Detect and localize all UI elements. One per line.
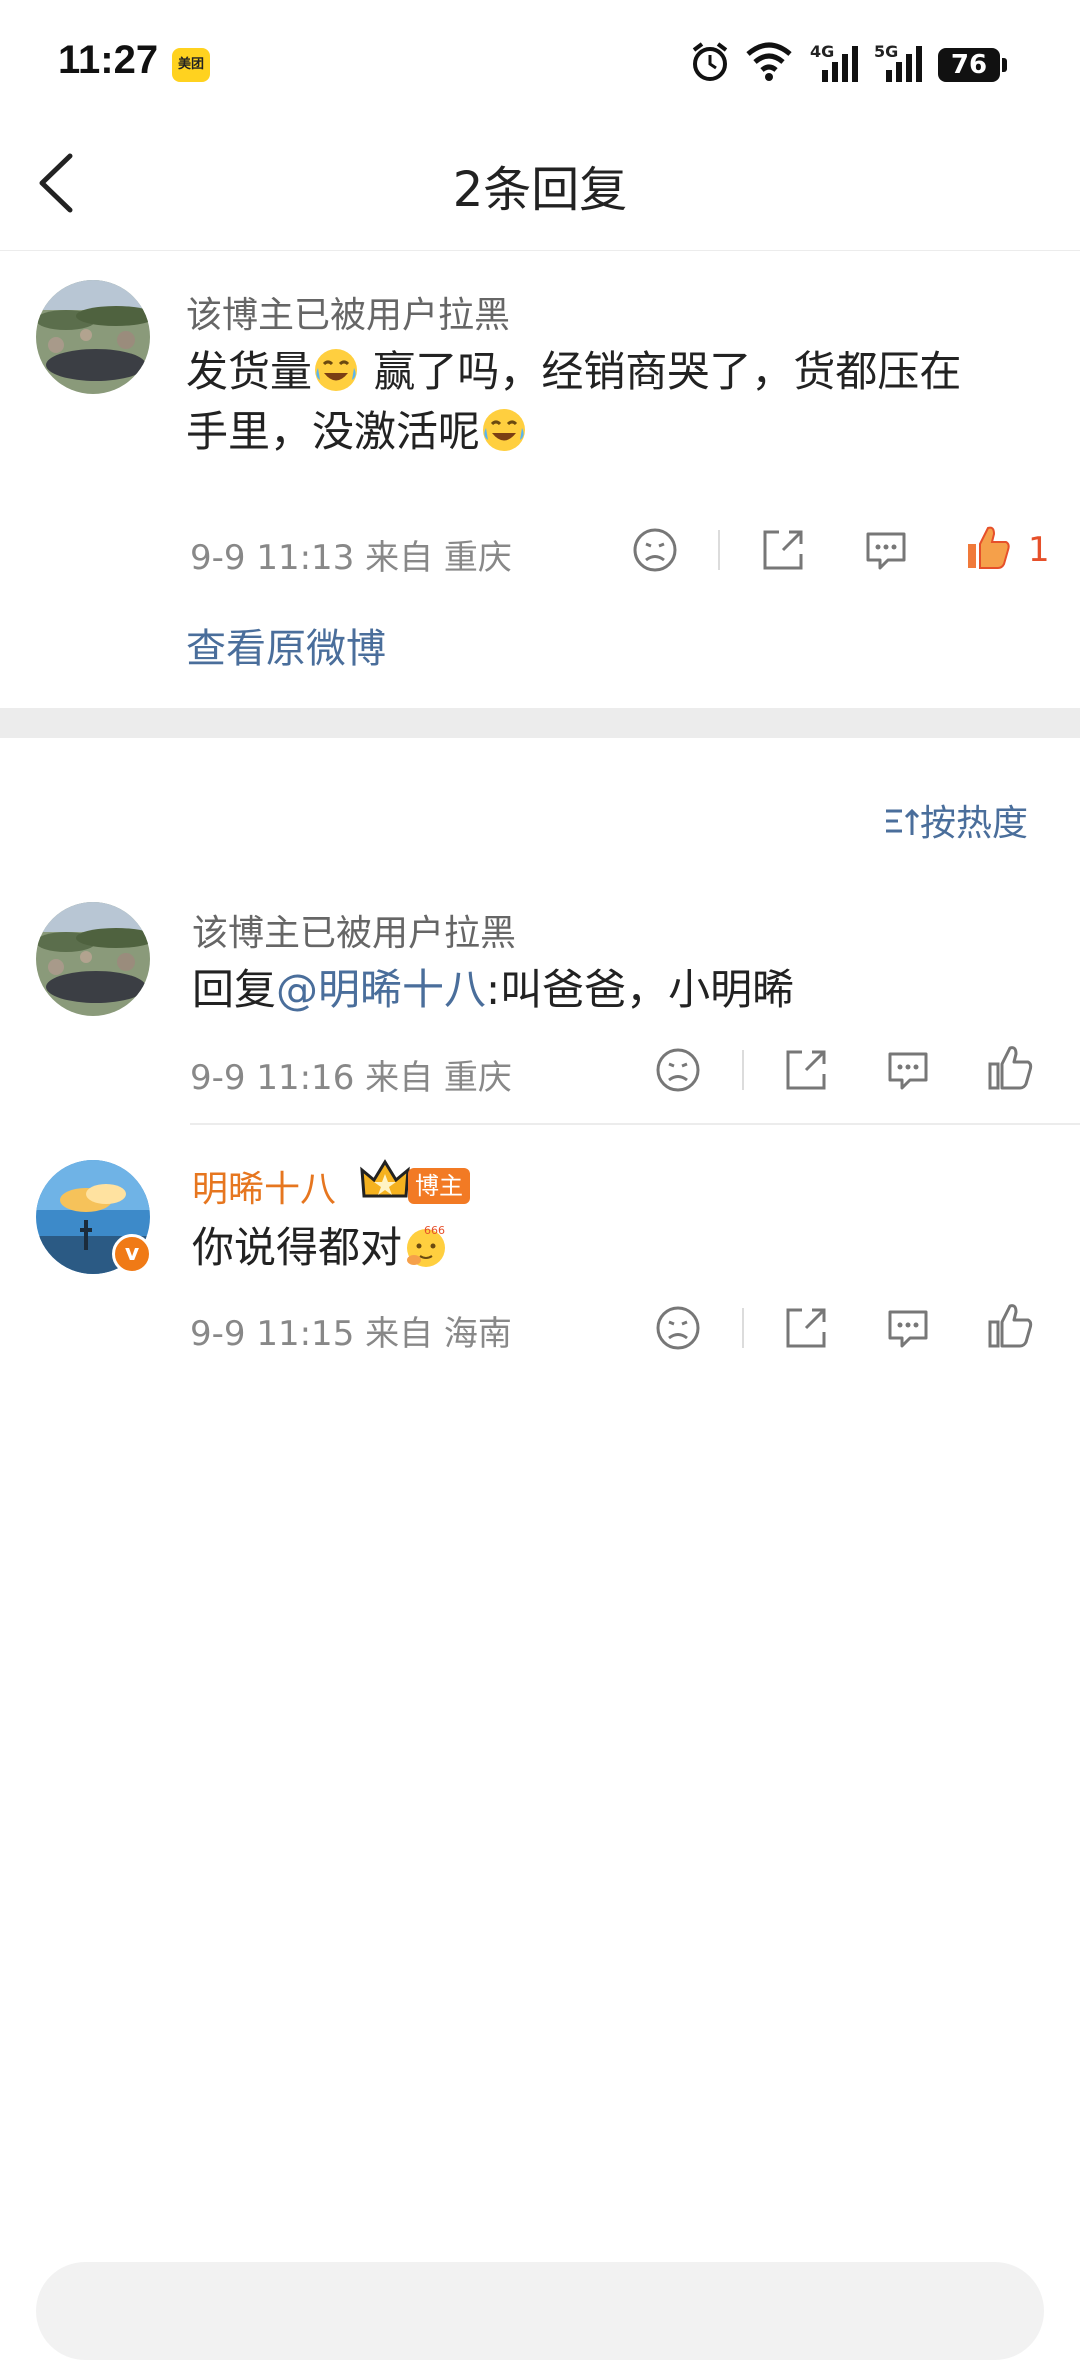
username[interactable]: 明晞十八 <box>192 1160 336 1212</box>
wifi-icon <box>746 42 792 81</box>
crown-icon <box>360 1159 410 1198</box>
thinking-666-emoji-icon: 666 <box>407 1224 446 1267</box>
username[interactable]: 该博主已被用户拉黑 <box>192 904 516 956</box>
alarm-icon <box>692 42 728 81</box>
status-time: 11:27 <box>58 38 159 82</box>
view-original-weibo-link[interactable]: 查看原微博 <box>186 616 386 674</box>
sort-by-hot-button[interactable]: 按热度 <box>884 794 1028 846</box>
username[interactable]: 该博主已被用户拉黑 <box>186 286 510 338</box>
status-bar: 11:27 美团 4G 5G 76 <box>0 0 1080 120</box>
reply-input-bar[interactable] <box>36 2262 1044 2360</box>
mention-link[interactable]: @明晞十八 <box>276 965 486 1014</box>
sort-icon <box>886 808 920 835</box>
share-icon[interactable] <box>776 1298 836 1358</box>
action-separator <box>742 1308 744 1348</box>
sort-label: 按热度 <box>920 803 1029 844</box>
dislike-face-icon[interactable] <box>625 520 685 580</box>
comment-text: 发货量 赢了吗，经销商哭了，货都压在 手里，没激活呢 <box>186 342 1046 462</box>
comment-text-part3: 手里，没激活呢 <box>186 407 481 456</box>
battery-indicator: 76 <box>938 48 1000 82</box>
svg-text:666: 666 <box>424 1224 445 1237</box>
comment-bubble-icon[interactable] <box>878 1298 938 1358</box>
reply-time-location: 9-9 11:16 来自 重庆 <box>190 1058 512 1098</box>
reply-body: 你说得都对 <box>192 1223 403 1272</box>
comment-text-part2: 赢了吗，经销商哭了，货都压在 <box>360 347 962 396</box>
meituan-app-icon: 美团 <box>172 48 210 82</box>
like-thumb-icon[interactable] <box>958 518 1018 578</box>
avatar[interactable] <box>36 902 150 1016</box>
section-divider <box>0 708 1080 738</box>
dislike-face-icon[interactable] <box>648 1040 708 1100</box>
comment-text-part1: 发货量 <box>186 347 313 396</box>
avatar[interactable] <box>36 280 150 394</box>
comment-bubble-icon[interactable] <box>878 1040 938 1100</box>
reply-body: :叫爸爸，小明晞 <box>486 965 795 1014</box>
reply-prefix: 回复 <box>192 965 277 1014</box>
dislike-face-icon[interactable] <box>648 1298 708 1358</box>
top-nav-bar: 2条回复 <box>0 120 1080 251</box>
reply-time-location: 9-9 11:15 来自 海南 <box>190 1314 512 1354</box>
like-thumb-icon[interactable] <box>980 1296 1040 1356</box>
share-icon[interactable] <box>753 520 813 580</box>
share-icon[interactable] <box>776 1040 836 1100</box>
laughing-tears-emoji-icon <box>483 409 526 451</box>
comment-bubble-icon[interactable] <box>856 520 916 580</box>
action-separator <box>742 1050 744 1090</box>
comment-time-location: 9-9 11:13 来自 重庆 <box>190 538 512 578</box>
signal-5g-icon <box>886 46 922 82</box>
verified-badge: v <box>112 1234 152 1274</box>
like-count: 1 <box>1028 530 1050 570</box>
reply-text: 回复@明晞十八:叫爸爸，小明晞 <box>192 960 794 1020</box>
action-separator <box>718 530 720 570</box>
reply-text: 你说得都对 666 <box>192 1218 450 1278</box>
blogger-badge: 博主 <box>408 1168 470 1204</box>
reply-divider <box>190 1123 1080 1125</box>
like-thumb-icon[interactable] <box>980 1038 1040 1098</box>
battery-cap <box>1002 58 1007 72</box>
page-title: 2条回复 <box>452 162 628 218</box>
signal-4g-icon <box>822 46 858 82</box>
laughing-tears-emoji-icon <box>315 349 358 391</box>
